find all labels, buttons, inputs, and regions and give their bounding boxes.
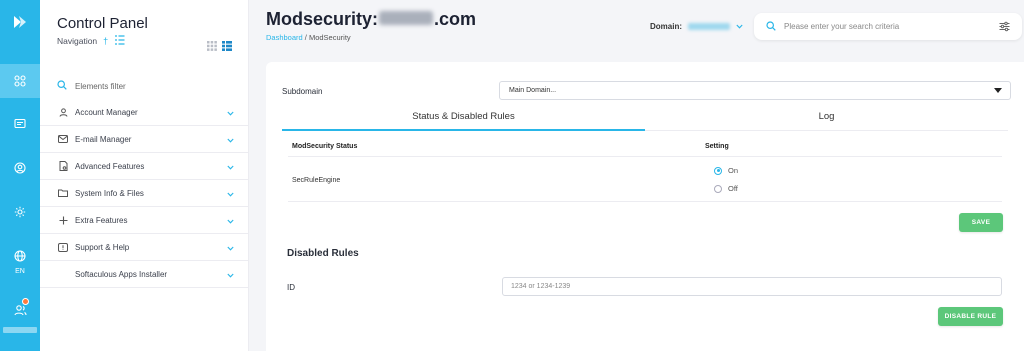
subdomain-select[interactable]: Main Domain... — [499, 81, 1011, 100]
chevron-down-icon — [227, 217, 234, 226]
column-header-setting: Setting — [705, 143, 729, 150]
filter-settings-icon[interactable] — [999, 21, 1010, 34]
sidebar-item-support-help[interactable]: Support & Help — [40, 234, 249, 261]
table-row: SecRuleEngine On Off — [288, 158, 1002, 202]
navigation-label: Navigation — [57, 36, 98, 46]
page-title: Modsecurity: .com — [266, 9, 476, 30]
column-header-status: ModSecurity Status — [292, 143, 358, 150]
sidebar-menu: Account Manager E-mail Manager Advanced … — [40, 99, 249, 288]
logo-icon[interactable] — [0, 0, 40, 44]
content-card: Subdomain Main Domain... Status & Disabl… — [266, 62, 1024, 351]
id-label: ID — [287, 283, 295, 292]
disable-rule-button[interactable]: DISABLE RULE — [938, 307, 1003, 326]
breadcrumb-dashboard-link[interactable]: Dashboard — [266, 33, 303, 42]
disabled-rules-title: Disabled Rules — [287, 248, 359, 259]
radio-on-circle — [714, 166, 722, 175]
sidebar-item-label: Softaculous Apps Installer — [75, 269, 168, 279]
list-tree-icon[interactable] — [114, 35, 125, 47]
view-toggle — [207, 36, 232, 55]
breadcrumb-current: ModSecurity — [308, 33, 351, 42]
subdomain-label: Subdomain — [282, 87, 323, 96]
sidebar-item-label: Support & Help — [75, 242, 130, 252]
radio-off[interactable]: Off — [714, 184, 738, 193]
sidebar-item-account-manager[interactable]: Account Manager — [40, 99, 249, 126]
chevron-down-icon — [227, 136, 234, 145]
sidebar-item-label: E-mail Manager — [75, 134, 132, 144]
search-icon — [766, 20, 776, 33]
table-header: ModSecurity Status Setting — [288, 139, 1002, 157]
chevron-down-icon — [227, 109, 234, 118]
tab-status-disabled-rules[interactable]: Status & Disabled Rules — [282, 109, 645, 131]
tab-log[interactable]: Log — [645, 109, 1008, 130]
list-view-icon[interactable] — [222, 36, 232, 55]
radio-on-label: On — [728, 166, 739, 175]
help-icon — [58, 242, 68, 252]
sidebar-subtitle: Navigation † — [57, 35, 125, 47]
notification-dot — [22, 298, 29, 305]
page-title-prefix: Modsecurity: — [266, 9, 379, 29]
save-button[interactable]: SAVE — [959, 213, 1003, 232]
sidebar-title: Control Panel — [57, 15, 148, 32]
sidebar-item-label: System Info & Files — [75, 188, 144, 198]
dashboard-icon[interactable] — [0, 64, 40, 98]
caret-down-icon — [994, 88, 1002, 93]
sidebar-item-label: Account Manager — [75, 107, 138, 117]
radio-off-circle — [714, 184, 722, 193]
elements-filter-label: Elements filter — [75, 81, 126, 91]
chevron-down-icon — [736, 22, 743, 31]
pin-icon[interactable]: † — [103, 36, 108, 46]
folder-icon — [58, 188, 68, 198]
redacted-domain — [379, 11, 434, 25]
breadcrumb: Dashboard / ModSecurity — [266, 33, 351, 42]
tab-bar: Status & Disabled Rules Log — [282, 109, 1008, 131]
user-icon — [58, 107, 68, 117]
chevron-down-icon — [227, 163, 234, 172]
gear-icon[interactable] — [0, 195, 40, 229]
sidebar-item-extra-features[interactable]: Extra Features — [40, 207, 249, 234]
settings-doc-icon — [58, 161, 68, 171]
sidebar-item-advanced-features[interactable]: Advanced Features — [40, 153, 249, 180]
users-icon[interactable] — [0, 293, 40, 327]
sidebar-item-label: Extra Features — [75, 215, 128, 225]
page-title-suffix: .com — [434, 9, 477, 29]
subdomain-select-value: Main Domain... — [509, 87, 557, 94]
profile-icon[interactable] — [0, 151, 40, 185]
sidebar-item-label: Advanced Features — [75, 161, 145, 171]
chevron-down-icon — [227, 190, 234, 199]
language-label[interactable]: EN — [0, 268, 40, 275]
chevron-down-icon — [227, 244, 234, 253]
domain-selector[interactable]: Domain: — [650, 22, 743, 31]
sidebar-item-email-manager[interactable]: E-mail Manager — [40, 126, 249, 153]
sidebar-item-softaculous[interactable]: Softaculous Apps Installer — [40, 261, 249, 288]
icon-rail: EN — [0, 0, 40, 351]
chat-icon[interactable] — [0, 107, 40, 141]
domain-label: Domain: — [650, 22, 682, 31]
user-caption — [3, 327, 37, 333]
search-icon — [57, 80, 67, 92]
search-input[interactable] — [784, 22, 984, 31]
radio-on[interactable]: On — [714, 166, 738, 175]
sidebar-item-system-info[interactable]: System Info & Files — [40, 180, 249, 207]
mail-icon — [58, 134, 68, 144]
rule-id-input[interactable] — [502, 277, 1002, 296]
redacted-domain-value — [688, 23, 730, 30]
radio-off-label: Off — [728, 184, 738, 193]
sidebar: Control Panel Navigation † Elements filt… — [40, 0, 249, 351]
elements-filter[interactable]: Elements filter — [40, 75, 249, 97]
plus-icon — [58, 215, 68, 225]
grid-view-icon[interactable] — [207, 36, 217, 55]
search-box — [754, 13, 1022, 40]
chevron-down-icon — [227, 271, 234, 280]
row-label-secruleengine: SecRuleEngine — [292, 177, 341, 184]
